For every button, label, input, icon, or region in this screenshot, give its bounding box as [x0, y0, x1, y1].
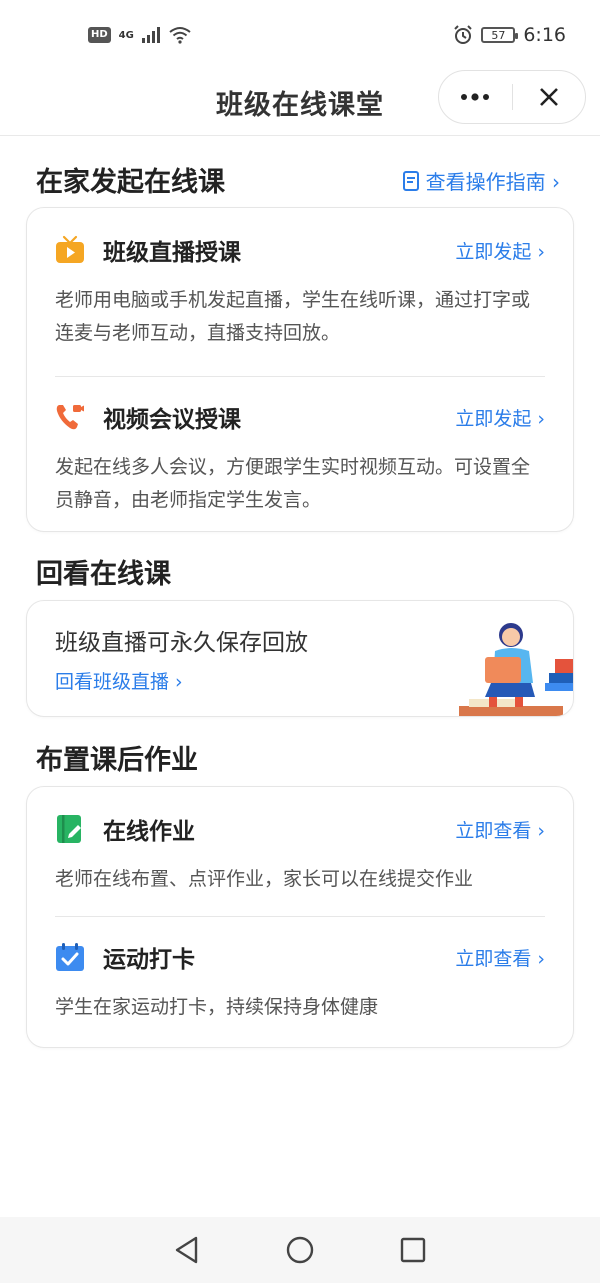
page-title: 班级在线课堂 [216, 90, 384, 121]
signal-icon [141, 27, 160, 43]
section-title-homework: 布置课后作业 [36, 745, 198, 776]
home-button[interactable] [284, 1234, 316, 1266]
tv-icon [55, 235, 85, 265]
status-left: HD 4G [88, 26, 192, 44]
item-desc: 学生在家运动打卡，持续保持身体健康 [55, 996, 379, 1018]
status-time: 6:16 [523, 24, 566, 46]
battery-indicator: 57 [481, 27, 519, 43]
recents-square-icon [401, 1237, 426, 1263]
start-meeting-button[interactable]: 立即发起 › [455, 404, 545, 431]
item-desc: 老师在线布置、点评作业，家长可以在线提交作业 [55, 868, 474, 890]
homework-icon [55, 814, 85, 844]
battery-level: 57 [491, 28, 506, 42]
more-button[interactable] [439, 71, 512, 123]
section-title-online: 在家发起在线课 [36, 167, 225, 198]
start-live-button[interactable]: 立即发起 › [455, 237, 545, 264]
view-checkin-button[interactable]: 立即查看 › [455, 944, 545, 971]
mini-program-capsule [438, 70, 586, 124]
item-desc: 发起在线多人会议，方便跟学生实时视频互动。可设置全员静音，由老师指定学生发言。 [55, 456, 531, 511]
status-bar: HD 4G 57 6:16 [0, 0, 600, 70]
item-desc: 老师用电脑或手机发起直播，学生在线听课，通过打字或连麦与老师互动，直播支持回放。 [55, 289, 531, 344]
alarm-icon [454, 25, 473, 44]
network-label: 4G [118, 29, 134, 41]
list-item-video-meeting: 视频会议授课 立即发起 › 发起在线多人会议，方便跟学生实时视频互动。可设置全员… [27, 377, 573, 517]
list-item-online-homework: 在线作业 立即查看 › 老师在线布置、点评作业，家长可以在线提交作业 [27, 787, 573, 896]
close-icon [539, 88, 558, 106]
item-head: 在线作业 立即查看 › [55, 809, 545, 849]
more-dots-icon [461, 93, 490, 101]
video-call-icon [55, 402, 85, 432]
item-head: 视频会议授课 立即发起 › [55, 397, 545, 437]
document-icon [402, 170, 419, 191]
list-item-exercise-checkin: 运动打卡 立即查看 › 学生在家运动打卡，持续保持身体健康 [27, 917, 573, 1024]
item-title: 班级直播授课 [103, 240, 241, 266]
status-right: 57 6:16 [453, 24, 566, 46]
item-title: 视频会议授课 [103, 407, 241, 433]
recents-button[interactable] [397, 1234, 429, 1266]
wifi-icon [169, 27, 191, 44]
system-nav-bar [0, 1217, 600, 1283]
page-header: 班级在线课堂 [0, 70, 600, 136]
item-title: 在线作业 [103, 819, 195, 845]
homework-card: 在线作业 立即查看 › 老师在线布置、点评作业，家长可以在线提交作业 运动打卡 … [26, 786, 574, 1048]
close-button[interactable] [513, 71, 586, 123]
item-head: 班级直播授课 立即发起 › [55, 230, 545, 270]
calendar-check-icon [55, 942, 85, 972]
hd-badge: HD [88, 27, 111, 43]
section-title-replay: 回看在线课 [36, 559, 171, 590]
replay-text: 班级直播可永久保存回放 [55, 630, 308, 656]
replay-card: 班级直播可永久保存回放 回看班级直播 › [26, 600, 574, 717]
online-class-card: 班级直播授课 立即发起 › 老师用电脑或手机发起直播，学生在线听课，通过打字或连… [26, 207, 574, 532]
list-item-live: 班级直播授课 立即发起 › 老师用电脑或手机发起直播，学生在线听课，通过打字或连… [27, 208, 573, 350]
guide-link[interactable]: 查看操作指南 › [402, 166, 560, 195]
home-circle-icon [286, 1236, 314, 1264]
guide-link-label: 查看操作指南 › [425, 170, 560, 194]
back-triangle-icon [175, 1236, 197, 1264]
view-homework-button[interactable]: 立即查看 › [455, 816, 545, 843]
item-head: 运动打卡 立即查看 › [55, 937, 545, 977]
replay-live-link[interactable]: 回看班级直播 › [55, 667, 183, 694]
item-title: 运动打卡 [103, 947, 195, 973]
teacher-illustration [459, 623, 573, 716]
back-button[interactable] [171, 1234, 203, 1266]
